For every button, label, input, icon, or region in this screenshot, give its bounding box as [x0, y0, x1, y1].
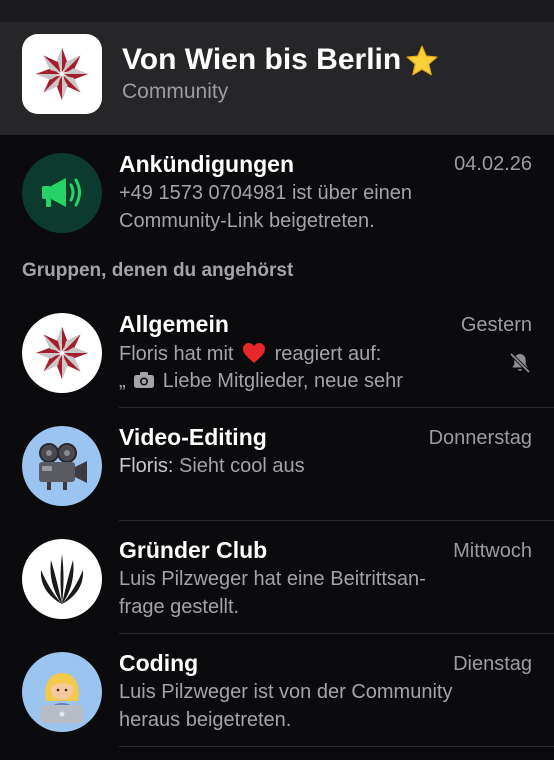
community-header[interactable]: Von Wien bis Berlin Community: [0, 22, 554, 135]
megaphone-icon: [42, 178, 81, 207]
community-logo: [22, 34, 102, 114]
chat-preview-prefix: Floris hat mit: [119, 343, 234, 365]
muted-bell-icon: [510, 353, 530, 373]
announcements-preview-line2: Community-Link beigetreten.: [119, 210, 375, 232]
row-divider: [119, 746, 554, 747]
chat-row-gruender-club[interactable]: Gründer Club Mittwoch Luis Pilzweger hat…: [0, 521, 554, 634]
community-title: Von Wien bis Berlin: [122, 43, 402, 76]
announcements-preview-line1: +49 1573 0704981 ist über einen: [119, 182, 413, 204]
announcements-time: 04.02.26: [454, 153, 532, 175]
status-bar-strip: [0, 0, 554, 22]
chat-row-coding[interactable]: Coding Dienstag Luis Pilzweger ist von d…: [0, 634, 554, 747]
coding-avatar: [22, 652, 102, 732]
quote-mark: „: [119, 370, 126, 392]
chat-preview-suffix: reagiert auf:: [274, 343, 382, 365]
flame-logo-icon: [40, 554, 84, 604]
chat-time: Donnerstag: [428, 427, 532, 449]
chat-preview-line1: Floris hat mit reagiert auf:: [119, 342, 381, 366]
chat-preview-line1: Floris: Sieht cool aus: [119, 455, 305, 478]
allgemein-avatar: [22, 313, 102, 393]
heart-emoji-icon: [243, 343, 266, 363]
chat-time: Mittwoch: [453, 540, 532, 562]
chat-preview-line1: Luis Pilzweger hat eine Beitrittsan-: [119, 568, 426, 590]
gruender-club-avatar: [22, 539, 102, 619]
chat-time: Dienstag: [453, 653, 532, 675]
chat-sender: Floris:: [119, 455, 174, 477]
chat-preview-line2: frage gestellt.: [119, 596, 240, 618]
chat-time: Gestern: [460, 314, 532, 336]
chat-name: Coding: [119, 650, 199, 676]
chat-name: Gründer Club: [119, 537, 268, 563]
chat-preview-rest: Liebe Mitglieder, neue sehr: [162, 370, 403, 392]
community-subtitle: Community: [122, 80, 229, 103]
chat-name: Allgemein: [119, 311, 229, 337]
chat-preview-text: Sieht cool aus: [179, 455, 305, 477]
star-logo-icon: [35, 326, 89, 380]
chat-preview-line2: heraus beigetreten.: [119, 709, 292, 731]
chat-row-video-editing[interactable]: Video-Editing Donnerstag Floris: Sieht c…: [0, 408, 554, 521]
groups-section-label: Gruppen, denen du angehörst: [22, 260, 294, 281]
star-emoji-icon: [406, 45, 438, 76]
movie-camera-icon: [39, 443, 87, 490]
camera-icon: [134, 372, 155, 388]
technologist-emoji-icon: [41, 673, 83, 723]
chat-preview-line1: Luis Pilzweger ist von der Community: [119, 681, 453, 703]
announcements-name: Ankündigungen: [119, 151, 295, 177]
video-editing-avatar: [22, 426, 102, 506]
chat-name: Video-Editing: [119, 424, 267, 450]
announcements-row[interactable]: Ankündigungen 04.02.26 +49 1573 0704981 …: [0, 135, 554, 245]
announcements-avatar: [22, 153, 102, 233]
chat-preview-line2: „ Liebe Mitglieder, neue sehr: [119, 370, 403, 393]
star-logo-icon: [35, 47, 89, 101]
chat-row-allgemein[interactable]: Allgemein Gestern Floris hat mit reagier…: [0, 295, 554, 408]
